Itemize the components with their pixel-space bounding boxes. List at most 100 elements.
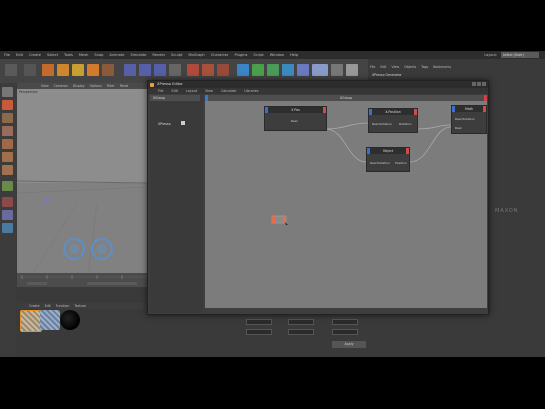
object-menu-edit[interactable]: Edit	[380, 65, 386, 69]
menu-script[interactable]: Script	[253, 53, 263, 57]
array-icon[interactable]	[282, 64, 294, 76]
scale-tool-icon[interactable]	[72, 64, 84, 76]
node-object-output-pin[interactable]	[406, 148, 409, 154]
menu-file[interactable]: File	[4, 53, 10, 57]
spline-pen-icon[interactable]	[252, 64, 264, 76]
object-menu-view[interactable]: View	[392, 65, 400, 69]
node-object-out-port[interactable]: Position	[395, 161, 407, 165]
minimize-icon[interactable]	[472, 82, 476, 86]
node-object-input-pin[interactable]	[367, 148, 370, 154]
menu-create[interactable]: Create	[29, 53, 41, 57]
material-menu-function[interactable]: Function	[56, 304, 70, 308]
rotation-field-h[interactable]	[332, 319, 358, 325]
render-settings-icon[interactable]	[217, 64, 229, 76]
close-icon[interactable]	[482, 82, 486, 86]
xpresso-title-bar[interactable]: XPresso Editor	[148, 81, 488, 88]
xpresso-menu-calculate[interactable]: Calculate	[221, 89, 236, 93]
snap-icon[interactable]	[2, 210, 13, 220]
coord-field-y[interactable]	[246, 329, 272, 335]
light-icon[interactable]	[346, 64, 358, 76]
redo-icon[interactable]	[24, 64, 36, 76]
node-xpos-output-pin[interactable]	[323, 107, 326, 113]
rotation-field-p[interactable]	[332, 329, 358, 335]
viewport-menu-display[interactable]: Display	[73, 84, 85, 88]
make-editable-icon[interactable]	[2, 87, 13, 97]
node-xpos[interactable]: X Pos Real	[264, 106, 327, 131]
node-math-header[interactable]: Math	[452, 106, 486, 112]
viewport-menu-view[interactable]: View	[41, 84, 49, 88]
xpresso-menu-file[interactable]: File	[158, 89, 164, 93]
axis-mode-icon[interactable]	[2, 181, 13, 191]
node-object-in-port[interactable]: Real Rotation	[370, 161, 390, 165]
object-menu-bookmarks[interactable]: Bookmarks	[433, 65, 451, 69]
xpresso-menu-view[interactable]: View	[205, 89, 213, 93]
menu-help[interactable]: Help	[290, 53, 298, 57]
node-xpos-header[interactable]: X Pos	[265, 107, 326, 113]
timeline[interactable]	[17, 273, 148, 287]
xgroup-tree-item[interactable]: XPresso	[158, 122, 171, 126]
coordinate-system-icon[interactable]	[169, 64, 181, 76]
node-math[interactable]: Math Real Rotation Real	[451, 105, 487, 134]
perspective-viewport[interactable]	[16, 83, 149, 284]
node-xpos-input-pin[interactable]	[265, 107, 268, 113]
size-field-x[interactable]	[288, 319, 314, 325]
render-view-icon[interactable]	[187, 64, 199, 76]
menu-edit[interactable]: Edit	[16, 53, 23, 57]
object-menu-file[interactable]: File	[370, 65, 375, 69]
menu-tools[interactable]: Tools	[64, 53, 73, 57]
viewport-menu-filter[interactable]: Filter	[107, 84, 115, 88]
node-math-output-pin[interactable]	[483, 106, 486, 112]
node-object-header[interactable]: Object	[367, 148, 409, 154]
z-axis-icon[interactable]	[154, 64, 166, 76]
node-xposition-out-port[interactable]: Rotation	[399, 122, 412, 126]
floor-icon[interactable]	[312, 64, 328, 76]
cube-icon[interactable]	[237, 64, 249, 76]
viewport-menu-panel[interactable]: Panel	[120, 84, 129, 88]
menu-animate[interactable]: Animate	[109, 53, 124, 57]
apply-button[interactable]: Apply	[332, 341, 366, 348]
menu-snap[interactable]: Snap	[94, 53, 103, 57]
render-picture-viewer-icon[interactable]	[202, 64, 214, 76]
menu-mograph[interactable]: MoGraph	[188, 53, 204, 57]
y-axis-icon[interactable]	[139, 64, 151, 76]
material-menu-edit[interactable]: Edit	[45, 304, 51, 308]
node-xpos-port[interactable]: Real	[291, 119, 297, 123]
menu-select[interactable]: Select	[47, 53, 58, 57]
select-tool-icon[interactable]	[42, 64, 54, 76]
material-menu-texture[interactable]: Texture	[74, 304, 86, 308]
recent-tool-icon[interactable]	[102, 64, 114, 76]
node-xposition-output-pin[interactable]	[414, 109, 417, 115]
menu-sculpt[interactable]: Sculpt	[171, 53, 182, 57]
xpresso-menu-libraries[interactable]: Libraries	[244, 89, 258, 93]
menu-window[interactable]: Window	[270, 53, 284, 57]
layout-select[interactable]: Initial (User)	[501, 52, 539, 58]
node-math-in-port[interactable]: Real Rotation	[455, 117, 475, 121]
xpresso-menu-edit[interactable]: Edit	[172, 89, 178, 93]
node-xposition[interactable]: X-Position Real Rotation Rotation	[368, 108, 418, 133]
x-axis-icon[interactable]	[124, 64, 136, 76]
size-field-y[interactable]	[288, 329, 314, 335]
menu-plugins[interactable]: Plugins	[234, 53, 247, 57]
xgroup-enable-checkbox[interactable]	[181, 121, 185, 125]
texture-mode-icon[interactable]	[2, 113, 13, 123]
deformer-icon[interactable]	[297, 64, 309, 76]
object-menu-objects[interactable]: Objects	[404, 65, 416, 69]
node-math-out-port[interactable]: Real	[455, 126, 461, 130]
material-thumbnail-2[interactable]	[40, 310, 60, 330]
workplane-icon[interactable]	[2, 126, 13, 136]
move-tool-icon[interactable]	[57, 64, 69, 76]
material-thumbnail-1[interactable]	[20, 310, 42, 332]
dragging-node-icon[interactable]	[271, 214, 289, 226]
object-menu-tags[interactable]: Tags	[421, 65, 428, 69]
model-mode-icon[interactable]	[2, 100, 13, 110]
menu-simulate[interactable]: Simulate	[130, 53, 146, 57]
node-xposition-input-pin[interactable]	[369, 109, 372, 115]
viewport-menu-cameras[interactable]: Cameras	[54, 84, 68, 88]
points-mode-icon[interactable]	[2, 139, 13, 149]
node-math-input-pin[interactable]	[452, 106, 455, 112]
camera-icon[interactable]	[331, 64, 343, 76]
rotate-tool-icon[interactable]	[87, 64, 99, 76]
tweak-mode-icon[interactable]	[2, 197, 13, 207]
menu-character[interactable]: Character	[211, 53, 229, 57]
lock-workplane-icon[interactable]	[2, 223, 13, 233]
